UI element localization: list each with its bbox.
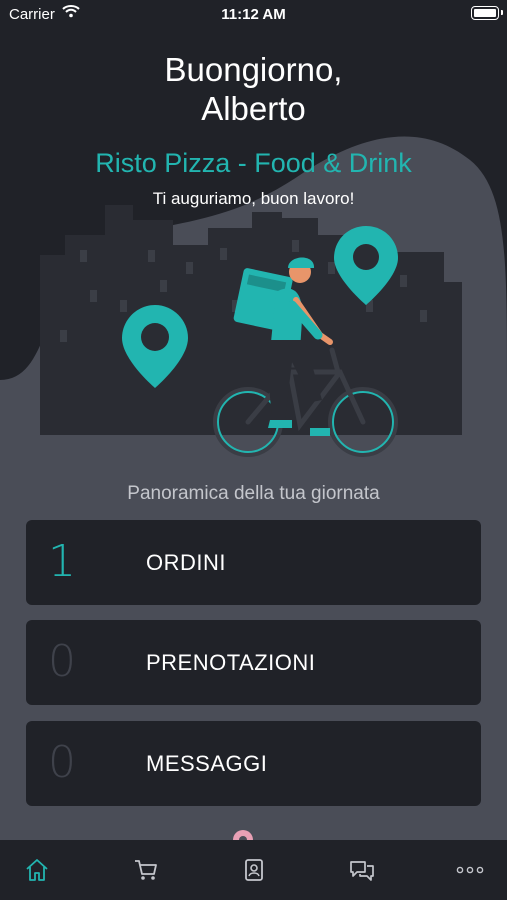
greeting-user-name: Alberto bbox=[201, 90, 306, 127]
tab-more[interactable] bbox=[448, 850, 492, 890]
tab-bar bbox=[0, 840, 507, 900]
greeting: Buongiorno, Alberto bbox=[0, 50, 507, 128]
reservations-count: 0 bbox=[48, 636, 76, 687]
reservations-card[interactable]: 0 PRENOTAZIONI bbox=[26, 620, 481, 705]
orders-card[interactable]: 1 ORDINI bbox=[26, 520, 481, 605]
tab-messages[interactable] bbox=[340, 850, 384, 890]
cart-icon bbox=[135, 860, 157, 880]
home-icon bbox=[26, 859, 48, 881]
contacts-book-icon bbox=[245, 859, 263, 881]
restaurant-name: Risto Pizza - Food & Drink bbox=[95, 148, 412, 178]
messages-label: MESSAGGI bbox=[146, 751, 268, 776]
more-icon bbox=[456, 866, 484, 874]
tab-cart[interactable] bbox=[124, 850, 168, 890]
reservations-label: PRENOTAZIONI bbox=[146, 650, 316, 675]
battery-tip bbox=[501, 10, 503, 15]
tab-contacts[interactable] bbox=[232, 850, 276, 890]
status-bar: Carrier 11:12 AM bbox=[0, 0, 507, 30]
messages-card[interactable]: 0 MESSAGGI bbox=[26, 721, 481, 806]
status-time: 11:12 AM bbox=[221, 6, 286, 23]
messages-count: 0 bbox=[48, 737, 76, 788]
overview-title: Panoramica della tua giornata bbox=[127, 483, 380, 504]
orders-count: 1 bbox=[48, 536, 76, 587]
chat-bubbles-icon bbox=[350, 861, 374, 881]
orders-label: ORDINI bbox=[146, 550, 226, 575]
welcome-subtitle: Ti auguriamo, buon lavoro! bbox=[152, 189, 355, 208]
partial-icon bbox=[232, 829, 254, 840]
battery-icon bbox=[471, 6, 499, 20]
greeting-line-1: Buongiorno, bbox=[164, 51, 343, 88]
tab-home[interactable] bbox=[15, 850, 59, 890]
